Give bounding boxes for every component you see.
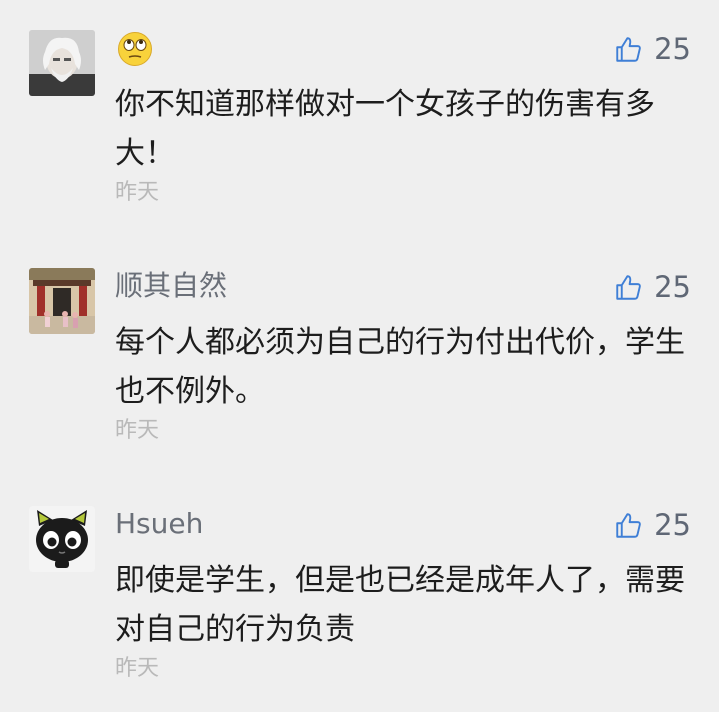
comment-text: 即使是学生，但是也已经是成年人了，需要对自己的行为负责 [115,563,685,647]
avatar-black-cat-icon [29,506,95,572]
comment-item: Hsueh 25 即使是学生，但是也已经是成年人了，需要对自己的行为负责 昨天 [0,476,719,712]
thumbs-up-icon [616,274,641,300]
thumbs-up-icon [616,36,641,62]
like-count: 25 [654,270,691,304]
avatar-old-man-icon [29,30,95,96]
comment-text: 你不知道那样做对一个女孩子的伤害有多大！ [115,87,655,171]
rolling-eyes-emoji [118,32,152,66]
author-name[interactable]: Hsueh [115,504,203,544]
like-button[interactable]: 25 [615,30,691,68]
comment-timestamp: 昨天 [115,418,160,443]
like-button[interactable]: 25 [615,506,691,544]
avatar[interactable] [29,268,95,334]
comment-timestamp: 昨天 [115,656,160,681]
comment-timestamp: 昨天 [115,180,160,205]
avatar[interactable] [29,30,95,96]
comment-text: 每个人都必须为自己的行为付出代价，学生也不例外。 [115,325,685,409]
author-name[interactable]: 顺其自然 [115,266,227,306]
like-button[interactable]: 25 [615,268,691,306]
avatar[interactable] [29,506,95,572]
comment-item: 顺其自然 25 每个人都必须为自己的行为付出代价，学生也不例外。 昨天 [0,238,719,474]
thumbs-up-icon [616,512,641,538]
like-count: 25 [654,508,691,542]
like-count: 25 [654,32,691,66]
comment-item: 25 你不知道那样做对一个女孩子的伤害有多大！ 昨天 [0,0,719,236]
avatar-gate-photo-icon [29,268,95,334]
